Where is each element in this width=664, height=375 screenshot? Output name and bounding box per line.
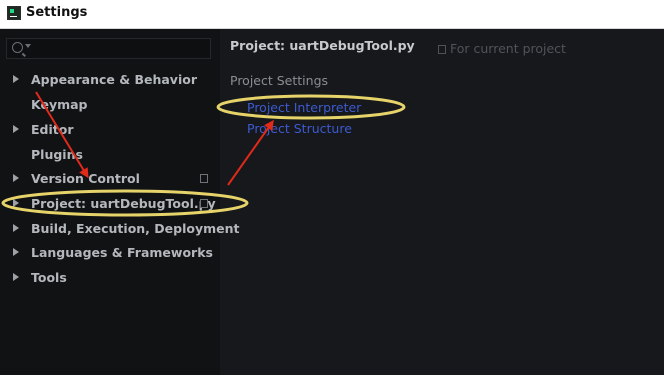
sidebar-item-label: Version Control bbox=[31, 171, 140, 186]
sidebar-item-plugins[interactable]: Plugins bbox=[0, 144, 220, 166]
project-scope-icon bbox=[438, 45, 446, 54]
expand-arrow-icon[interactable] bbox=[13, 199, 19, 207]
project-scope-icon bbox=[198, 197, 208, 208]
scope-label: For current project bbox=[450, 41, 566, 56]
search-input[interactable] bbox=[6, 38, 211, 59]
search-icon bbox=[12, 42, 23, 53]
sidebar-item-label: Keymap bbox=[31, 97, 88, 112]
sidebar-item-label: Editor bbox=[31, 122, 74, 137]
sidebar-item-label: Plugins bbox=[31, 147, 83, 162]
sidebar-item-tools[interactable]: Tools bbox=[0, 267, 220, 289]
sidebar-item-label: Appearance & Behavior bbox=[31, 72, 197, 87]
expand-arrow-icon[interactable] bbox=[13, 248, 19, 256]
title-bar: Settings bbox=[0, 0, 664, 29]
expand-arrow-icon[interactable] bbox=[13, 224, 19, 232]
sidebar-item-label: Build, Execution, Deployment bbox=[31, 221, 240, 236]
window-title: Settings bbox=[26, 5, 88, 20]
expand-arrow-icon[interactable] bbox=[13, 75, 19, 83]
section-heading: Project Settings bbox=[230, 73, 329, 88]
sidebar-item-languages-frameworks[interactable]: Languages & Frameworks bbox=[0, 242, 220, 264]
sidebar-item-build-execution-deployment[interactable]: Build, Execution, Deployment bbox=[0, 218, 239, 240]
chevron-down-icon bbox=[25, 44, 31, 48]
sidebar-item-label: Languages & Frameworks bbox=[31, 245, 213, 260]
page-title: Project: uartDebugTool.py bbox=[230, 38, 415, 53]
settings-sidebar: Appearance & Behavior Keymap Editor Plug… bbox=[0, 29, 239, 375]
project-structure-link[interactable]: Project Structure bbox=[247, 121, 352, 136]
project-scope-icon bbox=[198, 172, 208, 183]
sidebar-item-label: Project: uartDebugTool.py bbox=[31, 196, 216, 211]
sidebar-item-project[interactable]: Project: uartDebugTool.py bbox=[0, 193, 220, 215]
project-interpreter-link[interactable]: Project Interpreter bbox=[247, 100, 361, 115]
expand-arrow-icon[interactable] bbox=[13, 174, 19, 182]
expand-arrow-icon[interactable] bbox=[13, 273, 19, 281]
sidebar-item-keymap[interactable]: Keymap bbox=[0, 94, 220, 116]
sidebar-item-appearance-behavior[interactable]: Appearance & Behavior bbox=[0, 69, 220, 91]
sidebar-item-label: Tools bbox=[31, 270, 67, 285]
expand-arrow-icon[interactable] bbox=[13, 125, 19, 133]
sidebar-item-editor[interactable]: Editor bbox=[0, 119, 220, 141]
settings-content-panel: Project: uartDebugTool.py For current pr… bbox=[220, 29, 664, 375]
sidebar-item-version-control[interactable]: Version Control bbox=[0, 168, 220, 190]
pycharm-app-icon bbox=[7, 6, 21, 20]
